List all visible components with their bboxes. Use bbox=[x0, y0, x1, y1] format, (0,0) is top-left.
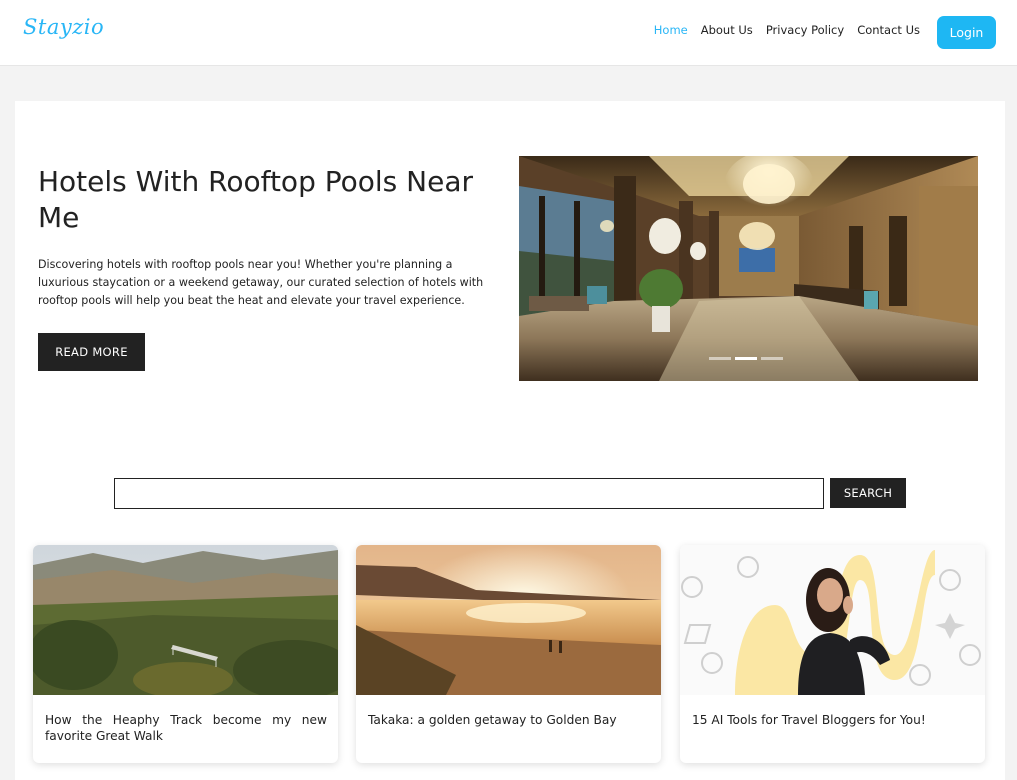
hero-carousel[interactable] bbox=[519, 156, 978, 381]
post-title[interactable]: Takaka: a golden getaway to Golden Bay bbox=[368, 712, 650, 728]
hotel-lobby-image bbox=[519, 156, 978, 381]
post-thumbnail bbox=[33, 545, 338, 695]
site-header: Stayzio Home About Us Privacy Policy Con… bbox=[0, 0, 1017, 66]
hero-title: Hotels With Rooftop Pools Near Me bbox=[38, 165, 473, 234]
post-card[interactable]: 15 AI Tools for Travel Bloggers for You! bbox=[680, 545, 985, 763]
search-button[interactable]: SEARCH bbox=[830, 478, 906, 508]
carousel-dot[interactable] bbox=[709, 357, 731, 360]
nav-contact-us[interactable]: Contact Us bbox=[857, 23, 920, 37]
login-button[interactable]: Login bbox=[937, 16, 996, 49]
nav-about-us[interactable]: About Us bbox=[701, 23, 753, 37]
site-logo[interactable]: Stayzio bbox=[23, 15, 104, 39]
carousel-dots bbox=[709, 357, 783, 360]
nav-home[interactable]: Home bbox=[654, 23, 688, 37]
post-title[interactable]: How the Heaphy Track become my new favor… bbox=[45, 712, 327, 744]
golden-beach-sunset-image bbox=[356, 545, 661, 695]
post-card[interactable]: How the Heaphy Track become my new favor… bbox=[33, 545, 338, 763]
post-title[interactable]: 15 AI Tools for Travel Bloggers for You! bbox=[692, 712, 974, 728]
nav-privacy-policy[interactable]: Privacy Policy bbox=[766, 23, 844, 37]
mountain-track-image bbox=[33, 545, 338, 695]
post-card[interactable]: Takaka: a golden getaway to Golden Bay bbox=[356, 545, 661, 763]
post-thumbnail bbox=[356, 545, 661, 695]
read-more-button[interactable]: READ MORE bbox=[38, 333, 145, 371]
carousel-dot-active[interactable] bbox=[735, 357, 757, 360]
hero-description: Discovering hotels with rooftop pools ne… bbox=[38, 258, 484, 307]
carousel-dot[interactable] bbox=[761, 357, 783, 360]
main-nav: Home About Us Privacy Policy Contact Us bbox=[654, 23, 920, 37]
ai-tools-blogger-image bbox=[680, 545, 985, 695]
search-input[interactable] bbox=[114, 478, 824, 509]
post-thumbnail bbox=[680, 545, 985, 695]
